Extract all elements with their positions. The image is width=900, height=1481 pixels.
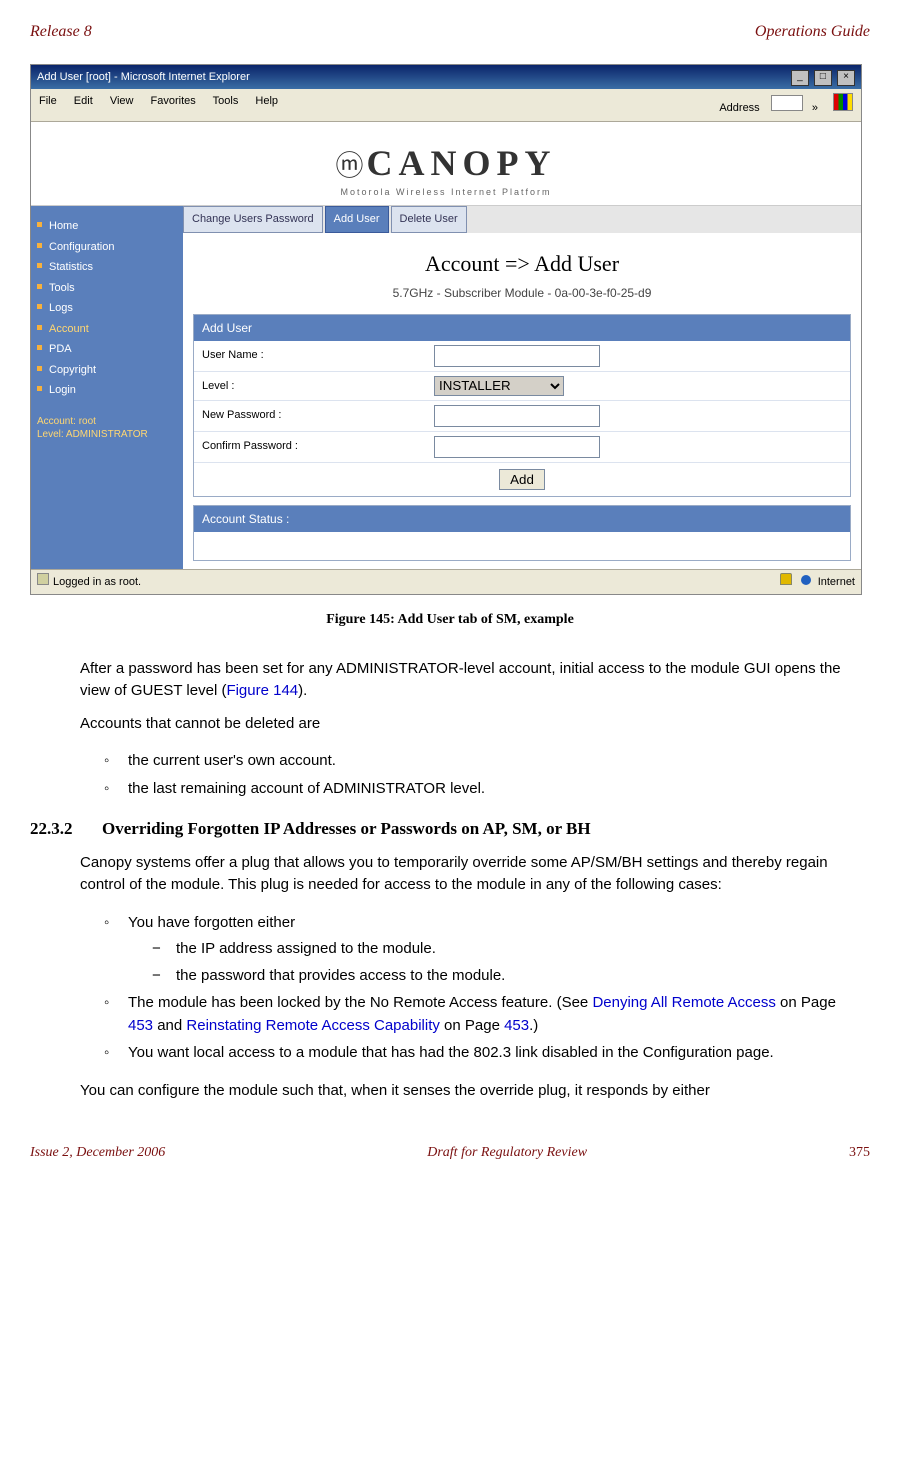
address-box[interactable]: [771, 95, 803, 111]
denying-access-link[interactable]: Denying All Remote Access: [592, 994, 775, 1011]
account-name: Account: root: [37, 415, 177, 428]
list-item: the password that provides access to the…: [152, 965, 860, 988]
zone-text: Internet: [818, 576, 855, 588]
sidebar-item-home[interactable]: Home: [37, 216, 177, 237]
sidebar-item-copyright[interactable]: Copyright: [37, 360, 177, 381]
logo-motorola-icon: ⓜ: [335, 150, 363, 181]
menu-help[interactable]: Help: [255, 95, 278, 107]
logo-text: CANOPY: [367, 143, 557, 183]
ie-menubar: File Edit View Favorites Tools Help Addr…: [31, 89, 861, 122]
status-text: Logged in as root.: [53, 576, 141, 588]
menu-file[interactable]: File: [39, 95, 57, 107]
add-button[interactable]: Add: [499, 469, 545, 490]
reinstating-access-link[interactable]: Reinstating Remote Access Capability: [186, 1017, 439, 1034]
sidebar-item-logs[interactable]: Logs: [37, 298, 177, 319]
list-item: the IP address assigned to the module.: [152, 938, 860, 961]
logo-subtext: Motorola Wireless Internet Platform: [31, 186, 861, 200]
tab-change-password[interactable]: Change Users Password: [183, 206, 323, 233]
paragraph-3: Canopy systems offer a plug that allows …: [80, 852, 860, 897]
paragraph-4: You can configure the module such that, …: [80, 1080, 860, 1103]
footer-page: 375: [849, 1142, 870, 1163]
figure-caption: Figure 145: Add User tab of SM, example: [30, 609, 870, 630]
minimize-icon[interactable]: _: [791, 70, 809, 86]
header-guide: Operations Guide: [755, 20, 870, 44]
sidebar-item-tools[interactable]: Tools: [37, 278, 177, 299]
menu-view[interactable]: View: [110, 95, 134, 107]
close-icon[interactable]: ×: [837, 70, 855, 86]
username-label: User Name :: [194, 341, 430, 371]
tab-add-user[interactable]: Add User: [325, 206, 389, 233]
footer-draft: Draft for Regulatory Review: [427, 1142, 587, 1163]
sidebar: Home Configuration Statistics Tools Logs…: [31, 206, 183, 569]
account-level: Level: ADMINISTRATOR: [37, 428, 177, 441]
window-controls: _ □ ×: [789, 68, 855, 86]
header-release: Release 8: [30, 20, 92, 44]
window-title: Add User [root] - Microsoft Internet Exp…: [37, 69, 250, 86]
list-item: You have forgotten either the IP address…: [104, 912, 860, 988]
lock-icon: [780, 573, 792, 585]
browser-screenshot: Add User [root] - Microsoft Internet Exp…: [30, 64, 862, 595]
confirm-label: Confirm Password :: [194, 432, 430, 462]
sidebar-item-pda[interactable]: PDA: [37, 339, 177, 360]
section-title: Overriding Forgotten IP Addresses or Pas…: [102, 816, 591, 842]
list-item: The module has been locked by the No Rem…: [104, 992, 860, 1037]
ie-statusbar: Logged in as root. Internet: [31, 569, 861, 594]
account-status-panel-header: Account Status :: [194, 506, 850, 532]
status-icon: [37, 573, 49, 585]
window-titlebar: Add User [root] - Microsoft Internet Exp…: [31, 65, 861, 89]
address-label: Address: [715, 101, 763, 115]
list-item: the current user's own account.: [104, 750, 860, 773]
username-input[interactable]: [434, 345, 600, 367]
confirm-input[interactable]: [434, 436, 600, 458]
page-title: Account => Add User: [183, 247, 861, 280]
paragraph-2: Accounts that cannot be deleted are: [80, 713, 860, 736]
section-number: 22.3.2: [30, 816, 102, 842]
level-select[interactable]: INSTALLER: [434, 376, 564, 396]
sidebar-item-login[interactable]: Login: [37, 380, 177, 401]
figure-144-link[interactable]: Figure 144: [226, 682, 298, 699]
menu-tools[interactable]: Tools: [213, 95, 239, 107]
internet-icon: [801, 575, 811, 585]
windows-flag-icon: [833, 93, 853, 111]
sidebar-item-statistics[interactable]: Statistics: [37, 257, 177, 278]
newpass-input[interactable]: [434, 405, 600, 427]
tab-delete-user[interactable]: Delete User: [391, 206, 467, 233]
main-panel: Change Users Password Add User Delete Us…: [183, 206, 861, 569]
list-item: You want local access to a module that h…: [104, 1042, 860, 1065]
menu-edit[interactable]: Edit: [74, 95, 93, 107]
page-453-link-a[interactable]: 453: [128, 1017, 153, 1034]
maximize-icon[interactable]: □: [814, 70, 832, 86]
sidebar-item-account[interactable]: Account: [37, 319, 177, 340]
add-user-panel-header: Add User: [194, 315, 850, 341]
newpass-label: New Password :: [194, 401, 430, 431]
footer-issue: Issue 2, December 2006: [30, 1142, 165, 1163]
device-info: 5.7GHz - Subscriber Module - 0a-00-3e-f0…: [183, 284, 861, 302]
list-item: the last remaining account of ADMINISTRA…: [104, 778, 860, 801]
menu-favorites[interactable]: Favorites: [151, 95, 196, 107]
sidebar-item-configuration[interactable]: Configuration: [37, 237, 177, 258]
paragraph-1: After a password has been set for any AD…: [80, 658, 860, 703]
toolbar-expand[interactable]: »: [806, 102, 824, 114]
page-453-link-b[interactable]: 453: [504, 1017, 529, 1034]
section-heading: 22.3.2 Overriding Forgotten IP Addresses…: [30, 816, 870, 842]
level-label: Level :: [194, 372, 430, 401]
